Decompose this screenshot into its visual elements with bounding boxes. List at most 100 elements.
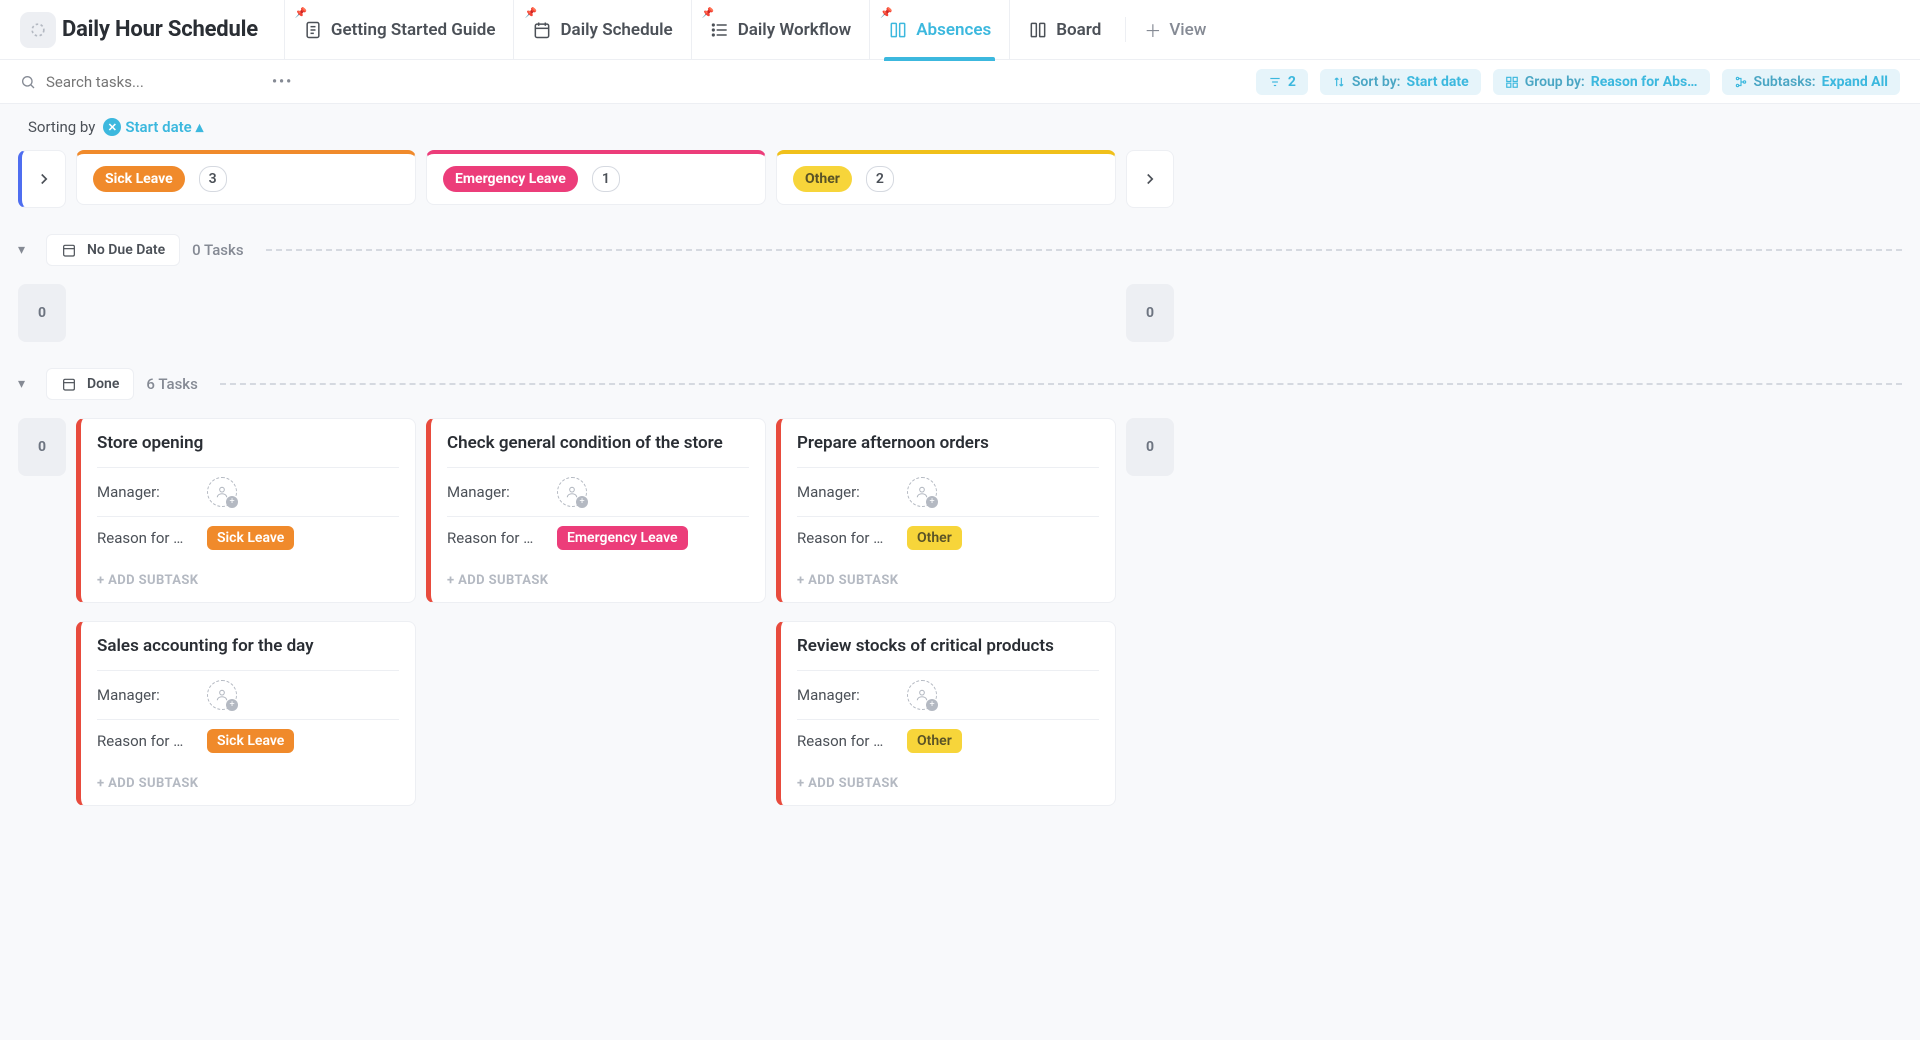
tab-daily-schedule[interactable]: 📌 Daily Schedule (513, 0, 690, 60)
task-card[interactable]: Review stocks of critical products Manage… (776, 621, 1116, 806)
search-input[interactable] (44, 72, 224, 92)
tab-absences[interactable]: 📌Absences (869, 0, 1009, 60)
section-chip[interactable]: Done (46, 368, 134, 400)
reason-tag: Other (907, 729, 962, 753)
filter-icon (1268, 75, 1282, 89)
assignee-avatar[interactable] (557, 477, 587, 507)
right-count-badge: 0 (1126, 284, 1174, 342)
field-label-manager: Manager: (97, 686, 197, 704)
group-label: Group by: (1525, 74, 1585, 90)
sort-value: Start date (1406, 74, 1468, 90)
column-badge: Sick Leave (93, 166, 185, 192)
tab-getting-started-guide[interactable]: 📌 Getting Started Guide (284, 0, 514, 60)
tab-icon (710, 20, 730, 40)
close-icon[interactable]: ✕ (103, 118, 121, 136)
section-header: ▾ No Due Date 0 Tasks (18, 234, 1902, 266)
reason-tag: Other (907, 526, 962, 550)
section-name: Done (87, 376, 119, 392)
assignee-avatar[interactable] (207, 477, 237, 507)
section-meta: 6 Tasks (146, 375, 197, 393)
section-header: ▾ Done 6 Tasks (18, 368, 1902, 400)
column-count: 3 (199, 166, 227, 192)
toolbar: ••• 2 Sort by: Start date Group by: Reas… (0, 60, 1920, 104)
column-count: 2 (866, 166, 894, 192)
left-count-badge: 0 (18, 284, 66, 342)
scroll-right-button[interactable] (1126, 150, 1174, 208)
assignee-avatar[interactable] (907, 680, 937, 710)
add-subtask-button[interactable]: + ADD SUBTASK (81, 766, 415, 805)
field-label-manager: Manager: (97, 483, 197, 501)
sort-button[interactable]: Sort by: Start date (1320, 69, 1481, 95)
filter-count-button[interactable]: 2 (1256, 69, 1308, 95)
search-box[interactable] (20, 72, 260, 92)
pin-icon: 📌 (295, 8, 307, 19)
tab-daily-workflow[interactable]: 📌Daily Workflow (691, 0, 870, 60)
add-subtask-button[interactable]: + ADD SUBTASK (781, 563, 1115, 602)
add-view-button[interactable]: ＋ View (1125, 17, 1224, 42)
pin-icon: 📌 (702, 8, 714, 19)
assignee-avatar[interactable] (207, 680, 237, 710)
tab-board[interactable]: Board (1009, 0, 1119, 60)
plus-icon: ＋ (1144, 17, 1161, 42)
column-headers: Sick Leave 3 Emergency Leave1Other2 (18, 150, 1902, 208)
task-card[interactable]: Sales accounting for the day Manager: Reas… (76, 621, 416, 806)
tab-icon (303, 20, 323, 40)
assignee-avatar[interactable] (907, 477, 937, 507)
field-label-manager: Manager: (797, 686, 897, 704)
left-count-badge: 0 (18, 418, 66, 476)
add-view-label: View (1169, 20, 1206, 40)
filter-count: 2 (1288, 74, 1296, 90)
task-card[interactable]: Store openingManager:Reason for …Sick Le… (76, 418, 416, 603)
column-count: 1 (592, 166, 620, 192)
reason-tag: Sick Leave (207, 729, 294, 753)
sorting-prefix: Sorting by (28, 118, 95, 136)
subtasks-label: Subtasks: (1754, 74, 1816, 90)
workspace-title: Daily Hour Schedule (62, 17, 258, 42)
chevron-up-icon: ▴ (196, 118, 204, 136)
pin-icon: 📌 (880, 8, 892, 19)
divider (266, 249, 1902, 251)
section-meta: 0 Tasks (192, 241, 243, 259)
reason-tag: Sick Leave (207, 526, 294, 550)
subtasks-button[interactable]: Subtasks: Expand All (1722, 69, 1900, 95)
task-card[interactable]: Check general condition of the storeMana… (426, 418, 766, 603)
divider (220, 383, 1902, 385)
view-tabs: 📌 Getting Started Guide 📌 Daily Schedule 📌Da… (284, 0, 1119, 60)
workspace-logo (20, 12, 56, 48)
add-subtask-button[interactable]: + ADD SUBTASK (81, 563, 415, 602)
card-title: Store opening (97, 433, 399, 453)
caret-down-icon[interactable]: ▾ (18, 242, 34, 258)
group-value: Reason for Abs… (1591, 74, 1698, 90)
field-label-manager: Manager: (797, 483, 897, 501)
group-button[interactable]: Group by: Reason for Abs… (1493, 69, 1710, 95)
subtasks-icon (1734, 75, 1748, 89)
caret-down-icon[interactable]: ▾ (18, 376, 34, 392)
more-button[interactable]: ••• (272, 74, 293, 90)
field-label-reason: Reason for … (447, 529, 547, 547)
column-header[interactable]: Emergency Leave1 (426, 150, 766, 205)
sort-label: Sort by: (1352, 74, 1401, 90)
reason-tag: Emergency Leave (557, 526, 688, 550)
card-title: Sales accounting for the day (97, 636, 399, 656)
add-subtask-button[interactable]: + ADD SUBTASK (431, 563, 765, 602)
sorting-info: Sorting by ✕ Start date ▴ (0, 104, 1920, 150)
task-card[interactable]: Prepare afternoon ordersManager:Reason f… (776, 418, 1116, 603)
topbar: Daily Hour Schedule 📌 Getting Started Gui… (0, 0, 1920, 60)
field-label-reason: Reason for … (797, 732, 897, 750)
tab-icon (532, 20, 552, 40)
section-chip[interactable]: No Due Date (46, 234, 180, 266)
card-title: Review stocks of critical products (797, 636, 1099, 656)
field-label-manager: Manager: (447, 483, 547, 501)
column-header[interactable]: Other2 (776, 150, 1116, 205)
pin-icon: 📌 (524, 8, 536, 19)
sorting-chip[interactable]: ✕ Start date ▴ (103, 118, 203, 136)
scroll-left-button[interactable] (18, 150, 66, 208)
add-subtask-button[interactable]: + ADD SUBTASK (781, 766, 1115, 805)
tab-label: Getting Started Guide (331, 20, 496, 40)
field-label-reason: Reason for … (97, 732, 197, 750)
column-header[interactable]: Sick Leave 3 (76, 150, 416, 205)
section-name: No Due Date (87, 242, 165, 258)
tab-label: Daily Schedule (560, 20, 672, 40)
sort-icon (1332, 75, 1346, 89)
subtasks-value: Expand All (1822, 74, 1888, 90)
